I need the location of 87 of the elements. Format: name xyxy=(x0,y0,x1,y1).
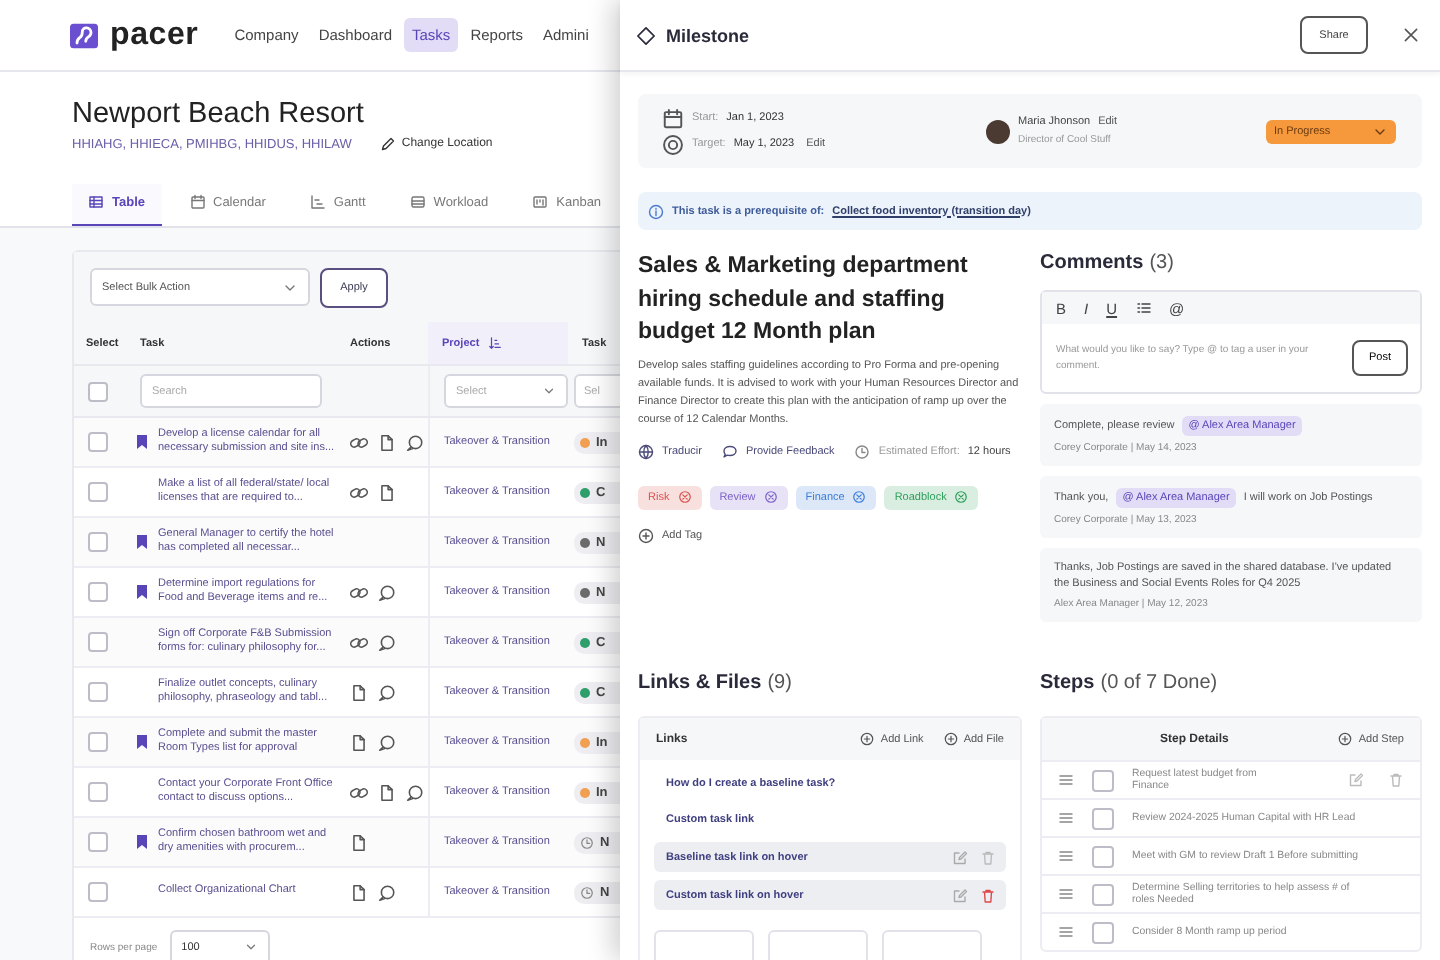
delete-icon[interactable] xyxy=(980,849,996,865)
section-title: Comments xyxy=(1040,252,1144,274)
avatar xyxy=(986,119,1010,143)
row-checkbox[interactable] xyxy=(88,732,108,752)
panel-title: Milestone xyxy=(666,25,752,45)
step-checkbox[interactable] xyxy=(1092,845,1114,867)
edit-icon[interactable] xyxy=(1348,772,1364,788)
row-checkbox[interactable] xyxy=(88,832,108,852)
step-checkbox[interactable] xyxy=(1092,769,1114,791)
link-icon[interactable] xyxy=(350,433,368,451)
section-title: Steps xyxy=(1040,672,1095,694)
edit-icon[interactable] xyxy=(952,849,968,865)
link-icon[interactable] xyxy=(350,633,368,651)
row-checkbox[interactable] xyxy=(88,682,108,702)
chevron-down-icon xyxy=(243,940,258,954)
delete-icon[interactable] xyxy=(1388,772,1404,788)
remove-icon[interactable] xyxy=(677,490,692,504)
kanban-icon xyxy=(532,194,549,210)
clock-icon xyxy=(580,885,594,899)
file-icon[interactable] xyxy=(350,733,368,751)
target-icon xyxy=(662,133,684,155)
gantt-icon xyxy=(309,194,326,210)
edit-icon[interactable] xyxy=(952,887,968,903)
comment-icon[interactable] xyxy=(378,733,396,751)
delete-icon[interactable] xyxy=(980,887,996,903)
workload-icon xyxy=(409,194,426,210)
page-title: Newport Beach Resort xyxy=(72,96,366,132)
clock-icon xyxy=(854,443,871,459)
close-button[interactable] xyxy=(1402,26,1420,44)
link-icon[interactable] xyxy=(350,583,368,601)
speech-bubble-icon xyxy=(721,443,738,459)
section-count: (9) xyxy=(767,672,792,694)
add-icon xyxy=(1338,732,1353,746)
row-checkbox[interactable] xyxy=(88,482,108,502)
diamond-icon xyxy=(636,25,656,45)
logo-icon xyxy=(70,21,98,49)
add-icon xyxy=(943,732,958,746)
comment-icon[interactable] xyxy=(378,883,396,901)
comment-icon[interactable] xyxy=(378,633,396,651)
task-title: Sales & Marketing department hiring schedule and staffing budget 12 Month plan xyxy=(638,252,970,348)
add-icon xyxy=(638,527,654,543)
close-icon xyxy=(1402,26,1420,44)
remove-icon[interactable] xyxy=(763,490,778,504)
drag-handle-icon[interactable] xyxy=(1058,886,1074,902)
clock-icon xyxy=(580,835,594,849)
row-checkbox[interactable] xyxy=(88,882,108,902)
drag-handle-icon[interactable] xyxy=(1058,924,1074,940)
step-checkbox[interactable] xyxy=(1092,883,1114,905)
row-checkbox[interactable] xyxy=(88,632,108,652)
link-icon[interactable] xyxy=(350,783,368,801)
section-count: (3) xyxy=(1149,252,1174,274)
comment-icon[interactable] xyxy=(378,583,396,601)
chevron-down-icon xyxy=(542,384,556,398)
add-icon xyxy=(860,732,875,746)
drag-handle-icon[interactable] xyxy=(1058,848,1074,864)
select-all-checkbox[interactable] xyxy=(88,381,108,401)
file-icon[interactable] xyxy=(378,783,396,801)
row-checkbox[interactable] xyxy=(88,582,108,602)
file-icon[interactable] xyxy=(350,833,368,851)
step-checkbox[interactable] xyxy=(1092,921,1114,943)
step-checkbox[interactable] xyxy=(1092,807,1114,829)
calendar-icon xyxy=(189,194,205,210)
table-icon xyxy=(88,194,104,210)
file-icon[interactable] xyxy=(350,883,368,901)
drag-handle-icon[interactable] xyxy=(1058,810,1074,826)
sort-icon[interactable] xyxy=(487,336,502,350)
drag-handle-icon[interactable] xyxy=(1058,772,1074,788)
comment-icon[interactable] xyxy=(406,783,424,801)
info-icon xyxy=(648,203,664,219)
file-icon[interactable] xyxy=(378,483,396,501)
row-checkbox[interactable] xyxy=(88,782,108,802)
remove-icon[interactable] xyxy=(852,490,867,504)
comment-icon[interactable] xyxy=(406,433,424,451)
remove-icon[interactable] xyxy=(954,490,969,504)
calendar-icon xyxy=(662,107,684,129)
globe-icon xyxy=(638,443,654,459)
file-icon[interactable] xyxy=(378,433,396,451)
row-checkbox[interactable] xyxy=(88,432,108,452)
file-icon[interactable] xyxy=(350,683,368,701)
section-count: (0 of 7 Done) xyxy=(1100,672,1218,694)
list-icon[interactable] xyxy=(1135,300,1152,316)
comment-icon[interactable] xyxy=(378,683,396,701)
logo: pacer xyxy=(110,17,199,53)
pencil-icon xyxy=(379,136,396,152)
row-checkbox[interactable] xyxy=(88,532,108,552)
section-title: Links & Files xyxy=(638,672,762,694)
link-icon[interactable] xyxy=(350,483,368,501)
